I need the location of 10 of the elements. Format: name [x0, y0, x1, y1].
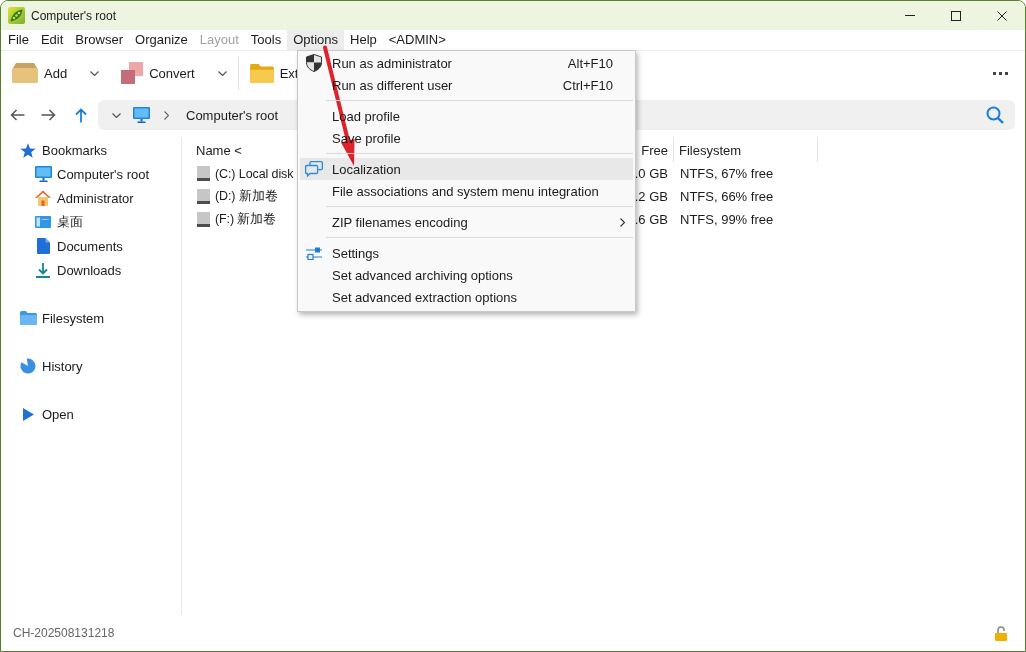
window-title: Computer's root: [31, 8, 116, 23]
status-text: CH-202508131218: [13, 626, 115, 640]
table-cell-text: NTFS, 99% free: [679, 212, 775, 227]
shortcut-text: Ctrl+F10: [562, 77, 613, 93]
shortcut-text: Alt+F10: [567, 55, 613, 71]
table-cell-text: NTFS, 67% free: [679, 166, 775, 181]
table-cell: .0 GB: [634, 166, 668, 181]
table-cell: .2 GB: [634, 189, 668, 204]
table-cell-text: NTFS, 66% free: [679, 189, 775, 204]
table-cell: .6 GB: [634, 212, 668, 227]
